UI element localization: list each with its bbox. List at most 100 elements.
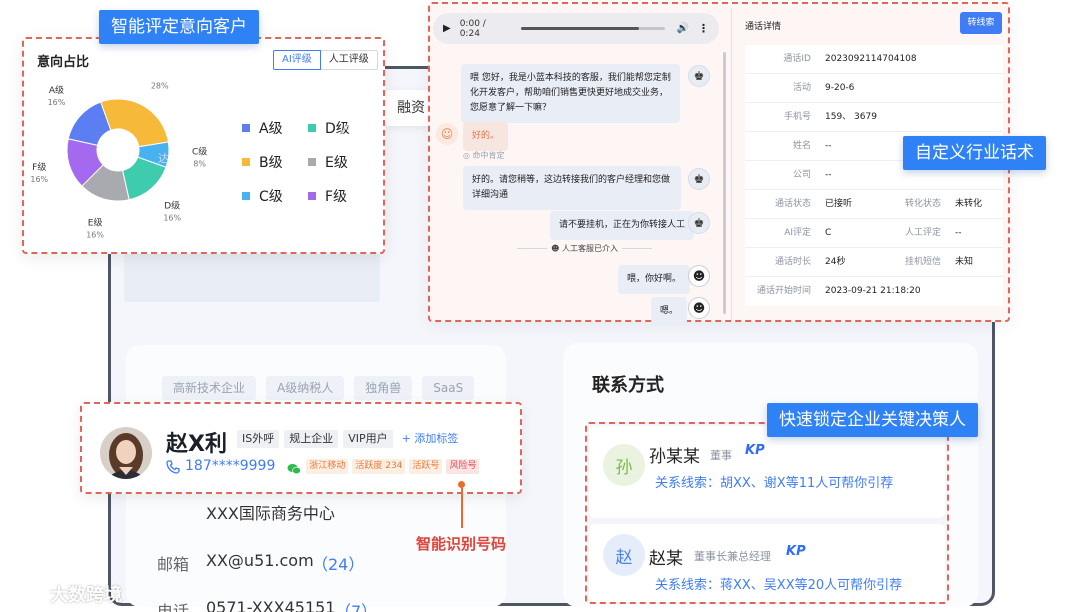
callout-industry: 自定义行业话术 [903,136,1046,170]
user-message: 好的。 [463,122,509,151]
more-icon[interactable]: ⋮ [698,22,709,35]
wechat-icon [287,460,302,475]
person-tag: 规上企业 [284,430,339,448]
contact-avatar: 孙 [603,444,645,486]
donut-hole [97,129,139,171]
bot-avatar-icon: ♚ [688,168,710,190]
pointer-line [461,488,463,528]
tab-manual-rating[interactable]: 人工评级 [320,50,378,70]
contact-clue[interactable]: 关系线索：蒋XX、吴XX等20人可帮你引荐 [655,574,902,593]
detail-row: 手机号 159、 3679 [745,103,1003,132]
company-tag: 独角兽 [354,376,413,400]
faded-background-text: 达 [158,152,169,165]
person-tag: VIP用户 [343,430,393,448]
phone-tag: 活跃度 234 [352,458,406,474]
background-card [124,250,380,302]
phone-count[interactable]: （7） [335,598,377,612]
person-tags: IS外呼 规上企业 VIP用户 + 添加标签 [237,430,462,448]
phone-tag: 浙江移动 [306,458,349,474]
target-icon: ◎ [463,151,470,160]
agent-avatar-icon: ☻ [688,265,710,287]
callout-decision-maker: 快速锁定企业关键决策人 [767,403,978,437]
slice-value-label: 16% [163,214,181,223]
contact-clue[interactable]: 关系线索：胡XX、谢X等11人可帮你引荐 [655,472,893,491]
contact-role: 董事长兼总经理 [694,550,771,563]
person-phone-row: 187****9999 浙江移动 活跃度 234 活跃号 风险号 [166,458,480,475]
audio-progress[interactable] [520,27,665,30]
user-avatar-icon: ☺ [436,123,458,145]
legend-item: C级 [242,186,308,206]
contacts-title: 联系方式 [592,375,664,396]
slice-value-label: 16% [86,231,104,240]
company-tag: SaaS [422,376,475,400]
faded-background-text: 沪 [340,125,350,136]
rating-tabs: AI评级 人工评级 [273,50,378,70]
person-tag: IS外呼 [237,430,280,448]
contact-role: 董事 [710,449,732,462]
play-icon[interactable]: ▶ [443,23,451,34]
slice-category-label: C级 [192,146,207,158]
legend-item: B级 [242,152,308,172]
detail-row: 通话状态 已接听 转化状态 未转化 [745,190,1003,219]
add-tag-button[interactable]: + 添加标签 [398,430,463,448]
hit-note: ◎ 命中肯定 [463,151,505,160]
detail-row: 通话开始时间 2023-09-21 21:18:20 [756,286,921,296]
watermark-logo-icon [10,584,46,604]
pointer-dot [458,481,465,488]
email-count[interactable]: （24） [312,551,364,575]
phone-label: 电话 [157,602,190,612]
call-details-table: 通话ID 2023092114704108 活动 9-20-6 手机号 159、 36… [745,45,1003,306]
audio-time: 0:00 / 0:24 [459,18,486,39]
contact-item[interactable]: 孙 孙某某 董事 KP 关系线索：胡XX、谢X等11人可帮你引荐 [589,426,945,518]
detail-row: 通话时长 24秒 挂机短信 未知 [745,248,1003,277]
bot-avatar-icon: ♚ [688,212,710,234]
agent-avatar-icon: ☻ [688,297,710,319]
phone-tags: 浙江移动 活跃度 234 活跃号 风险号 [306,458,480,474]
slice-category-label: E级 [88,217,103,229]
contact-name: 赵某 [649,549,683,569]
bot-message: 好的。请您稍等，这边转接我们的客户经理和您做详细沟通 [463,166,681,210]
bot-message: 喂 您好，我是小蓝本科技的客服，我们能帮您定制化开发客户，帮助咱们销售更快更好地… [461,64,680,123]
tab-ai-rating[interactable]: AI评级 [273,50,321,70]
detail-row: 活动 9-20-6 [745,74,1003,103]
detail-row: 通话ID 2023092114704108 [745,45,1003,74]
audio-player[interactable]: ▶ 0:00 / 0:24 🔊 ⋮ [433,13,719,44]
phone-tag: 活跃号 [409,458,443,474]
slice-value-label: 16% [48,98,66,107]
intent-donut-chart: A级 16% B级 28% C级 8% D级 16% E级 16% F级 16% [30,78,207,240]
slice-category-label: A级 [49,84,64,96]
company-tags: 高新技术企业 A级纳税人 独角兽 SaaS [162,376,475,400]
contact-name: 孙某某 [649,447,700,467]
legend-item: E级 [308,152,368,172]
person-phone[interactable]: 187****9999 [185,458,275,474]
phone-icon [166,459,180,474]
email-value[interactable]: XX@u51.com [206,551,314,570]
intent-title: 意向占比 [37,55,90,70]
company-address: XXX国际商务中心 [206,504,335,523]
watermark: 大数跨境 [10,581,122,607]
call-details-title: 通话详情 [745,22,782,32]
kp-badge: KP [786,544,806,559]
person-avatar [100,427,152,479]
transfer-lead-button[interactable]: 转线索 [960,12,1002,34]
chat-scrollbar[interactable] [723,52,726,314]
legend-item: F级 [308,186,368,206]
company-tag: 高新技术企业 [162,376,257,400]
legend-item: D级 [308,118,368,138]
slice-category-label: F级 [32,161,46,173]
slice-category-label: D级 [164,200,180,212]
slice-value-label: 8% [193,160,206,169]
volume-icon[interactable]: 🔊 [677,23,689,34]
detail-row: AI评定 C 人工评定 -- [745,219,1003,248]
phone-value: 0571-XXX45151 [206,598,336,612]
agent-message: 嗯。 [651,297,688,326]
agent-icon: ☻ [551,244,560,253]
slice-category-label: B级 [152,78,167,79]
slice-value-label: 28% [151,81,169,90]
bot-message: 请不要挂机，正在为你转接人工 [550,211,695,240]
risk-phone-tag: 风险号 [446,458,480,474]
panel-divider [731,8,732,320]
contact-item[interactable]: 赵 赵某 董事长兼总经理 KP 关系线索：蒋XX、吴XX等20人可帮你引荐 [589,524,945,602]
system-notice: ☻ 人工客服已介入 [517,243,653,254]
legend-item: A级 [242,118,308,138]
